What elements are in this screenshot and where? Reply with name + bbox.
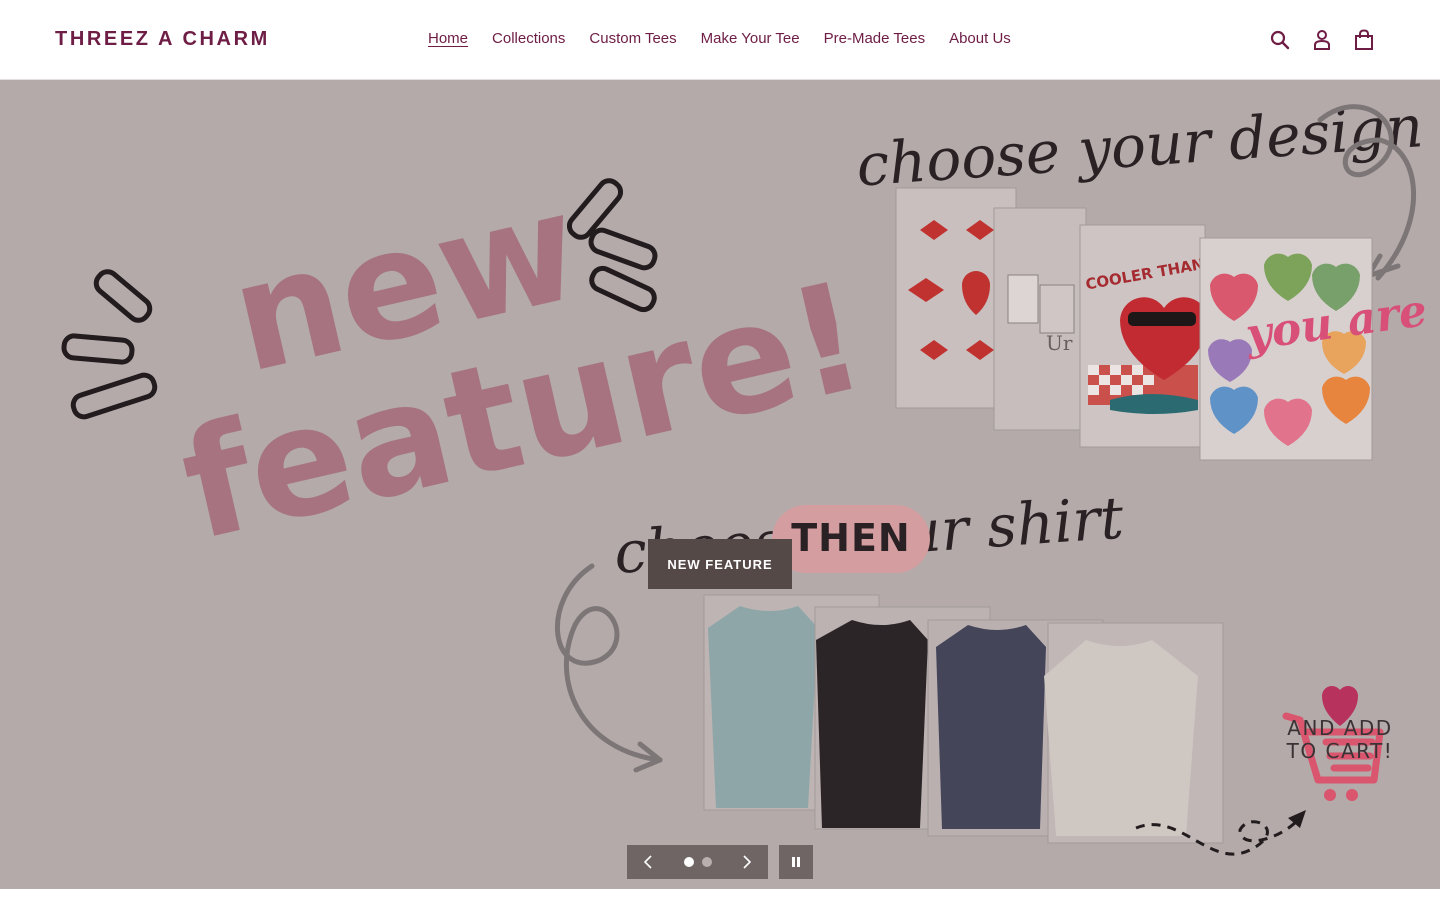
nav-collections[interactable]: Collections	[492, 30, 565, 48]
nav-home[interactable]: Home	[428, 30, 468, 48]
add-to-cart-line2: TO CART!	[1286, 739, 1394, 763]
nav-custom-tees[interactable]: Custom Tees	[589, 30, 676, 48]
nav-pre-made-tees[interactable]: Pre-Made Tees	[824, 30, 925, 48]
page-bottom-strip	[0, 889, 1440, 900]
account-icon[interactable]	[1310, 26, 1334, 54]
excitement-marks-left	[61, 269, 158, 420]
nav-about-us[interactable]: About Us	[949, 30, 1011, 48]
shirt-cards	[703, 594, 1224, 844]
pause-icon[interactable]	[779, 845, 813, 879]
then-label: THEN	[791, 516, 911, 560]
slider-controls	[627, 845, 768, 879]
curly-arrow-bottom	[554, 563, 663, 763]
design-cards: Ur COOLER THAN you are	[895, 187, 1430, 461]
shirt-ivory	[1044, 640, 1198, 836]
headline-new-feature: new feature!	[168, 159, 880, 574]
add-to-cart-text: AND ADD TO CART!	[1276, 717, 1404, 763]
cart-icon[interactable]	[1352, 26, 1376, 54]
slide-dot-2[interactable]	[701, 857, 712, 867]
chevron-right-icon[interactable]	[726, 845, 768, 879]
nav-make-your-tee[interactable]: Make Your Tee	[701, 30, 800, 48]
shirt-black	[816, 620, 928, 828]
search-icon[interactable]	[1268, 26, 1292, 54]
chevron-left-icon[interactable]	[627, 845, 669, 879]
slide-dot-1[interactable]	[683, 857, 694, 867]
slide-dots	[669, 857, 726, 867]
main-nav: Home Collections Custom Tees Make Your T…	[428, 30, 1011, 48]
shirt-navy	[936, 625, 1046, 829]
new-feature-button[interactable]: NEW FEATURE	[648, 539, 792, 589]
shirt-blue	[708, 606, 818, 808]
header-icons	[1268, 26, 1376, 54]
add-to-cart-line1: AND ADD	[1287, 716, 1393, 740]
coffee-card-text: Ur	[1046, 331, 1073, 355]
site-header: THREEZ A CHARM Home Collections Custom T…	[0, 0, 1440, 80]
store-logo[interactable]: THREEZ A CHARM	[55, 28, 270, 51]
hero-slideshow: new feature! choose your design Ur COOLE…	[0, 80, 1440, 889]
hero-artwork: new feature! choose your design Ur COOLE…	[61, 92, 1430, 856]
